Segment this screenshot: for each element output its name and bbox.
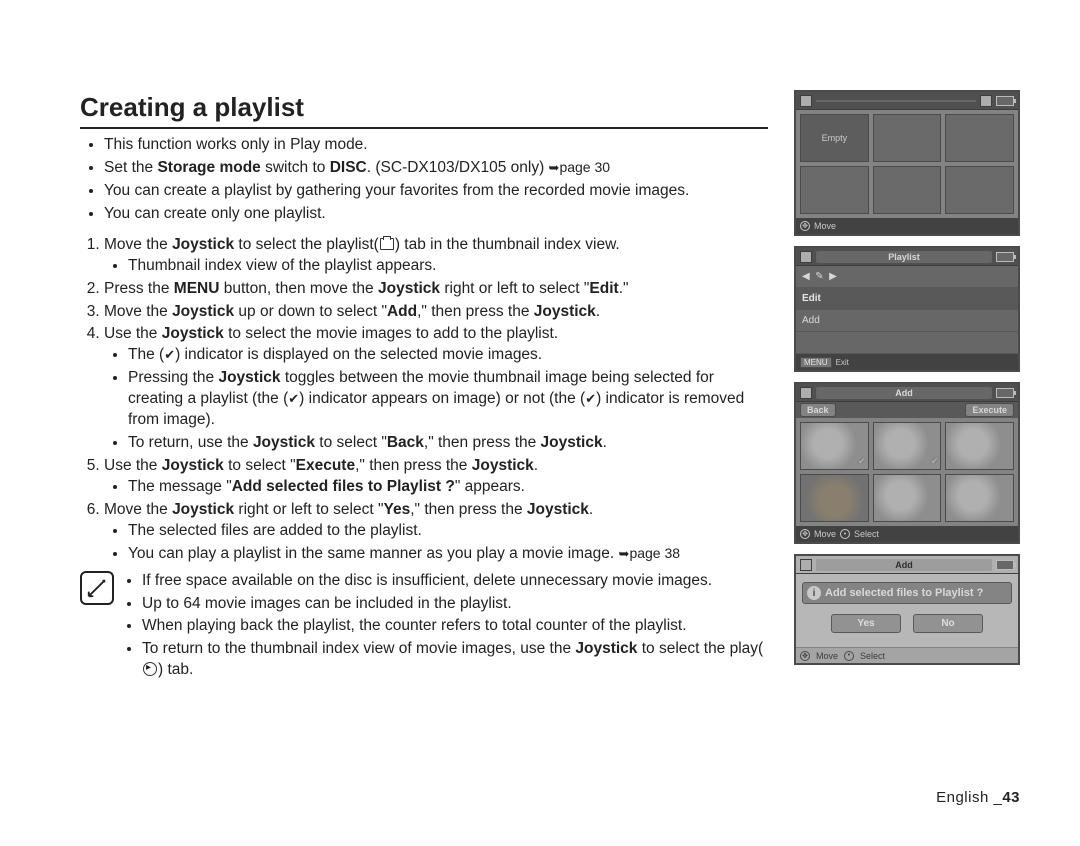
screenshot-confirm-dialog: Add i Add selected files to Playlist ? Y… xyxy=(794,554,1020,665)
page-ref-arrow-icon: ➥ xyxy=(619,546,630,561)
mode-icon xyxy=(800,387,812,399)
step-4: Use the Joystick to select the movie ima… xyxy=(104,324,768,454)
thumbnail-cell xyxy=(873,474,942,522)
steps-list: Move the Joystick to select the playlist… xyxy=(104,235,768,565)
card-icon xyxy=(980,95,992,107)
page-footer: English _43 xyxy=(936,789,1020,806)
intro-item: Set the Storage mode switch to DISC. (SC… xyxy=(104,158,768,179)
menu-title: Add xyxy=(816,559,992,571)
menu-title: Playlist xyxy=(816,251,992,263)
battery-icon xyxy=(996,96,1014,106)
mode-icon xyxy=(800,95,812,107)
step-5: Use the Joystick to select "Execute," th… xyxy=(104,456,768,498)
back-button: Back xyxy=(800,403,836,417)
intro-item: You can create only one playlist. xyxy=(104,204,768,225)
check-icon: ✔ xyxy=(164,347,175,362)
menu-item-add: Add xyxy=(796,310,1018,332)
thumbnail-cell: ✔ xyxy=(873,422,942,470)
step-4-sub: Pressing the Joystick toggles between th… xyxy=(128,368,768,431)
move-label: Move xyxy=(816,651,838,661)
screenshot-thumbnail-view: Empty ✥ Move xyxy=(794,90,1020,236)
yes-button: Yes xyxy=(831,614,901,633)
confirm-prompt: i Add selected files to Playlist ? xyxy=(802,582,1012,604)
check-icon: ✔ xyxy=(858,456,866,467)
intro-item: You can create a playlist by gathering y… xyxy=(104,181,768,202)
nav-ring-icon: ✥ xyxy=(800,221,810,231)
section-title: Creating a playlist xyxy=(80,90,768,129)
thumbnail-cell xyxy=(800,166,869,214)
nav-ring-icon: ✥ xyxy=(800,529,810,539)
note-block: If free space available on the disc is i… xyxy=(80,571,768,684)
text-column: Creating a playlist This function works … xyxy=(80,90,768,683)
note-item: If free space available on the disc is i… xyxy=(142,571,768,592)
playlist-tab-icon xyxy=(380,238,394,250)
nav-ring-icon: ✥ xyxy=(800,651,810,661)
step-6-sub: You can play a playlist in the same mann… xyxy=(128,544,768,565)
menu-row-blank xyxy=(796,332,1018,354)
battery-icon xyxy=(996,388,1014,398)
menu-button-label: MENU xyxy=(800,357,832,368)
move-label: Move xyxy=(814,221,836,231)
step-3: Move the Joystick up or down to select "… xyxy=(104,302,768,323)
page-ref-arrow-icon: ➥ xyxy=(549,160,560,175)
check-icon: ✔ xyxy=(585,391,596,406)
step-2: Press the MENU button, then move the Joy… xyxy=(104,279,768,300)
top-tab-icon xyxy=(816,100,976,102)
menu-nav-row: ◀ ✎ ▶ xyxy=(796,266,1018,288)
info-icon: i xyxy=(807,586,821,600)
note-item: When playing back the playlist, the coun… xyxy=(142,616,768,637)
no-button: No xyxy=(913,614,983,633)
note-icon xyxy=(80,571,114,605)
screenshot-edit-menu: Playlist ◀ ✎ ▶ Edit Add MENU Exit xyxy=(794,246,1020,372)
menu-title: Add xyxy=(816,387,992,399)
battery-icon xyxy=(996,252,1014,262)
step-6: Move the Joystick right or left to selec… xyxy=(104,500,768,565)
ok-ring-icon: • xyxy=(844,651,854,661)
step-1: Move the Joystick to select the playlist… xyxy=(104,235,768,277)
battery-icon xyxy=(996,560,1014,570)
thumbnail-cell xyxy=(800,474,869,522)
intro-item: This function works only in Play mode. xyxy=(104,135,768,156)
thumbnail-cell xyxy=(945,166,1014,214)
thumbnail-cell xyxy=(873,114,942,162)
check-icon: ✔ xyxy=(288,391,299,406)
step-4-sub: The (✔) indicator is displayed on the se… xyxy=(128,345,768,366)
check-icon: ✔ xyxy=(931,456,939,467)
note-item: Up to 64 movie images can be included in… xyxy=(142,594,768,615)
screenshot-add-select: Add Back Execute ✔ ✔ ✥ Move • Select xyxy=(794,382,1020,544)
note-item: To return to the thumbnail index view of… xyxy=(142,639,768,681)
thumbnail-empty: Empty xyxy=(800,114,869,162)
ok-ring-icon: • xyxy=(840,529,850,539)
move-label: Move xyxy=(814,529,836,539)
thumbnail-cell xyxy=(873,166,942,214)
select-label: Select xyxy=(860,651,885,661)
thumbnail-cell xyxy=(945,114,1014,162)
menu-header-edit: Edit xyxy=(796,288,1018,310)
mode-icon xyxy=(800,559,812,571)
thumbnail-cell xyxy=(945,422,1014,470)
select-label: Select xyxy=(854,529,879,539)
exit-label: Exit xyxy=(836,358,849,367)
intro-bullets: This function works only in Play mode. S… xyxy=(104,135,768,225)
thumbnail-cell: ✔ xyxy=(800,422,869,470)
execute-button: Execute xyxy=(965,403,1014,417)
play-tab-icon xyxy=(143,662,157,676)
step-6-sub: The selected files are added to the play… xyxy=(128,521,768,542)
step-4-sub: To return, use the Joystick to select "B… xyxy=(128,433,768,454)
mode-icon xyxy=(800,251,812,263)
step-1-sub: Thumbnail index view of the playlist app… xyxy=(128,256,768,277)
screenshots-column: Empty ✥ Move Playlist ◀ ✎ ▶ Edit Add xyxy=(794,90,1020,683)
thumbnail-cell xyxy=(945,474,1014,522)
step-5-sub: The message "Add selected files to Playl… xyxy=(128,477,768,498)
